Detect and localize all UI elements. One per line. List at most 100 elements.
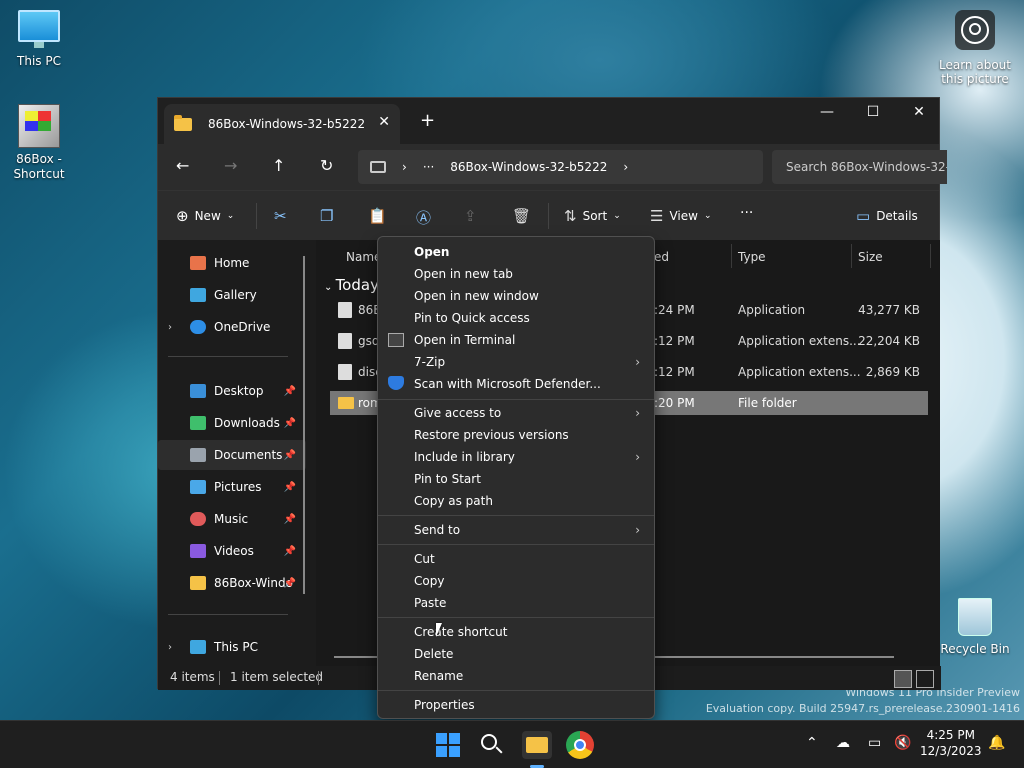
- new-button[interactable]: ⊕ New ⌄: [176, 207, 234, 225]
- forward-arrow-icon[interactable]: →: [224, 156, 237, 175]
- menu-item-pin-start[interactable]: Pin to Start: [414, 472, 481, 486]
- menu-item-give-access[interactable]: Give access to: [414, 406, 501, 420]
- menu-item-open-new-tab[interactable]: Open in new tab: [414, 267, 513, 281]
- context-menu: Open Open in new tab Open in new window …: [377, 236, 655, 719]
- desktop-icon-recycle-bin[interactable]: Recycle Bin: [938, 598, 1012, 656]
- windows-start-icon[interactable]: [434, 731, 462, 759]
- sidebar-item-home[interactable]: Home: [158, 248, 306, 278]
- cut-button[interactable]: ✂: [274, 207, 287, 225]
- pin-icon[interactable]: 📌: [284, 386, 296, 397]
- up-arrow-icon[interactable]: ↑: [272, 156, 285, 175]
- close-window-button[interactable]: ✕: [896, 104, 942, 120]
- pin-icon[interactable]: 📌: [284, 418, 296, 429]
- sidebar-item-86box-folder[interactable]: 86Box-Windo 📌: [158, 568, 306, 598]
- tiles-view-toggle[interactable]: [916, 670, 934, 688]
- group-header-today[interactable]: ⌄ Today: [324, 276, 379, 294]
- view-button[interactable]: ☰ View ⌄: [650, 207, 711, 225]
- pin-icon[interactable]: 📌: [284, 578, 296, 589]
- clock[interactable]: 4:25 PM 12/3/2023: [920, 727, 982, 759]
- menu-item-properties[interactable]: Properties: [414, 698, 475, 712]
- menu-item-send-to[interactable]: Send to: [414, 523, 460, 537]
- volume-muted-icon[interactable]: 🔇: [894, 735, 911, 751]
- menu-item-rename[interactable]: Rename: [414, 669, 463, 683]
- menu-item-include-library[interactable]: Include in library: [414, 450, 515, 464]
- sidebar-item-this-pc[interactable]: › This PC: [158, 632, 306, 662]
- sort-button[interactable]: ⇅ Sort ⌄: [564, 207, 621, 225]
- sidebar-item-pictures[interactable]: Pictures 📌: [158, 472, 306, 502]
- search-icon[interactable]: [478, 731, 506, 759]
- refresh-icon[interactable]: ↻: [320, 156, 333, 175]
- pin-icon[interactable]: 📌: [284, 514, 296, 525]
- sidebar-item-documents[interactable]: Documents 📌: [158, 440, 306, 470]
- item-count: 4 items: [170, 670, 215, 684]
- pin-icon[interactable]: 📌: [284, 546, 296, 557]
- sidebar-item-desktop[interactable]: Desktop 📌: [158, 376, 306, 406]
- address-bar[interactable]: › ··· 86Box-Windows-32-b5222 ›: [358, 150, 763, 184]
- dll-file-icon: [338, 333, 352, 349]
- pin-icon[interactable]: 📌: [284, 450, 296, 461]
- scissors-icon: ✂: [274, 207, 287, 225]
- menu-item-copy[interactable]: Copy: [414, 574, 444, 588]
- details-button[interactable]: ▭ Details: [856, 207, 918, 225]
- folder-icon: [174, 114, 192, 131]
- details-view-toggle[interactable]: [894, 670, 912, 688]
- menu-item-scan-defender[interactable]: Scan with Microsoft Defender...: [414, 377, 601, 391]
- menu-item-cut[interactable]: Cut: [414, 552, 435, 566]
- chevron-up-icon[interactable]: ⌃: [806, 735, 818, 751]
- sidebar-item-downloads[interactable]: Downloads 📌: [158, 408, 306, 438]
- sort-icon: ⇅: [564, 207, 577, 225]
- sidebar-item-gallery[interactable]: Gallery: [158, 280, 306, 310]
- column-header-type[interactable]: Type: [738, 250, 766, 264]
- divider: [168, 614, 288, 615]
- learn-about-picture[interactable]: Learn about this picture: [938, 10, 1012, 86]
- file-explorer-taskbar-icon[interactable]: [522, 731, 552, 768]
- column-header-date[interactable]: ed: [654, 250, 669, 264]
- menu-item-create-shortcut[interactable]: Create shortcut: [414, 625, 507, 639]
- menu-item-copy-path[interactable]: Copy as path: [414, 494, 493, 508]
- chevron-right-icon: ›: [635, 450, 640, 464]
- sidebar-item-onedrive[interactable]: › OneDrive: [158, 312, 306, 342]
- divider: [318, 671, 319, 685]
- column-header-size[interactable]: Size: [858, 250, 883, 264]
- rename-button[interactable]: Ⓐ: [416, 207, 431, 228]
- chevron-right-icon[interactable]: ›: [623, 160, 628, 174]
- delete-button[interactable]: 🗑: [512, 207, 531, 225]
- menu-item-paste[interactable]: Paste: [414, 596, 446, 610]
- menu-item-delete[interactable]: Delete: [414, 647, 453, 661]
- close-icon[interactable]: ✕: [378, 114, 390, 130]
- menu-item-pin-quick-access[interactable]: Pin to Quick access: [414, 311, 530, 325]
- maximize-button[interactable]: ☐: [850, 104, 896, 120]
- sidebar-item-videos[interactable]: Videos 📌: [158, 536, 306, 566]
- share-button[interactable]: ⇪: [464, 207, 477, 225]
- desktop-icon-86box-shortcut[interactable]: 86Box - Shortcut: [2, 104, 76, 182]
- clipboard-icon: 📋: [368, 207, 387, 225]
- pin-icon[interactable]: 📌: [284, 482, 296, 493]
- menu-item-7zip[interactable]: 7-Zip: [414, 355, 445, 369]
- address-path[interactable]: 86Box-Windows-32-b5222: [450, 160, 607, 174]
- display-icon[interactable]: ▭: [868, 735, 881, 751]
- plus-circle-icon: ⊕: [176, 207, 189, 225]
- menu-item-restore-versions[interactable]: Restore previous versions: [414, 428, 569, 442]
- menu-item-open-terminal[interactable]: Open in Terminal: [414, 333, 515, 347]
- menu-item-open-new-window[interactable]: Open in new window: [414, 289, 539, 303]
- search-input[interactable]: Search 86Box-Windows-32-b5222: [772, 150, 947, 184]
- desktop-icon-this-pc[interactable]: This PC: [2, 10, 76, 68]
- chevron-right-icon[interactable]: ›: [168, 322, 172, 333]
- chevron-right-icon[interactable]: ›: [168, 642, 172, 653]
- address-ellipsis[interactable]: ···: [423, 160, 434, 174]
- paste-button[interactable]: 📋: [368, 207, 387, 225]
- download-icon: [190, 416, 206, 430]
- sidebar-scrollbar[interactable]: [303, 256, 305, 594]
- chrome-icon[interactable]: [566, 731, 594, 759]
- chevron-right-icon[interactable]: ›: [402, 160, 407, 174]
- new-tab-button[interactable]: +: [420, 110, 435, 131]
- menu-item-open[interactable]: Open: [414, 245, 449, 259]
- copy-button[interactable]: ❐: [320, 207, 333, 225]
- back-arrow-icon[interactable]: ←: [176, 156, 189, 175]
- notification-bell-icon[interactable]: 🔔: [988, 735, 1005, 751]
- network-icon[interactable]: ☁: [836, 735, 850, 751]
- tab-86box[interactable]: 86Box-Windows-32-b5222 ✕: [164, 104, 400, 144]
- sidebar-item-music[interactable]: Music 📌: [158, 504, 306, 534]
- more-options-button[interactable]: ···: [740, 205, 753, 221]
- minimize-button[interactable]: —: [804, 104, 850, 120]
